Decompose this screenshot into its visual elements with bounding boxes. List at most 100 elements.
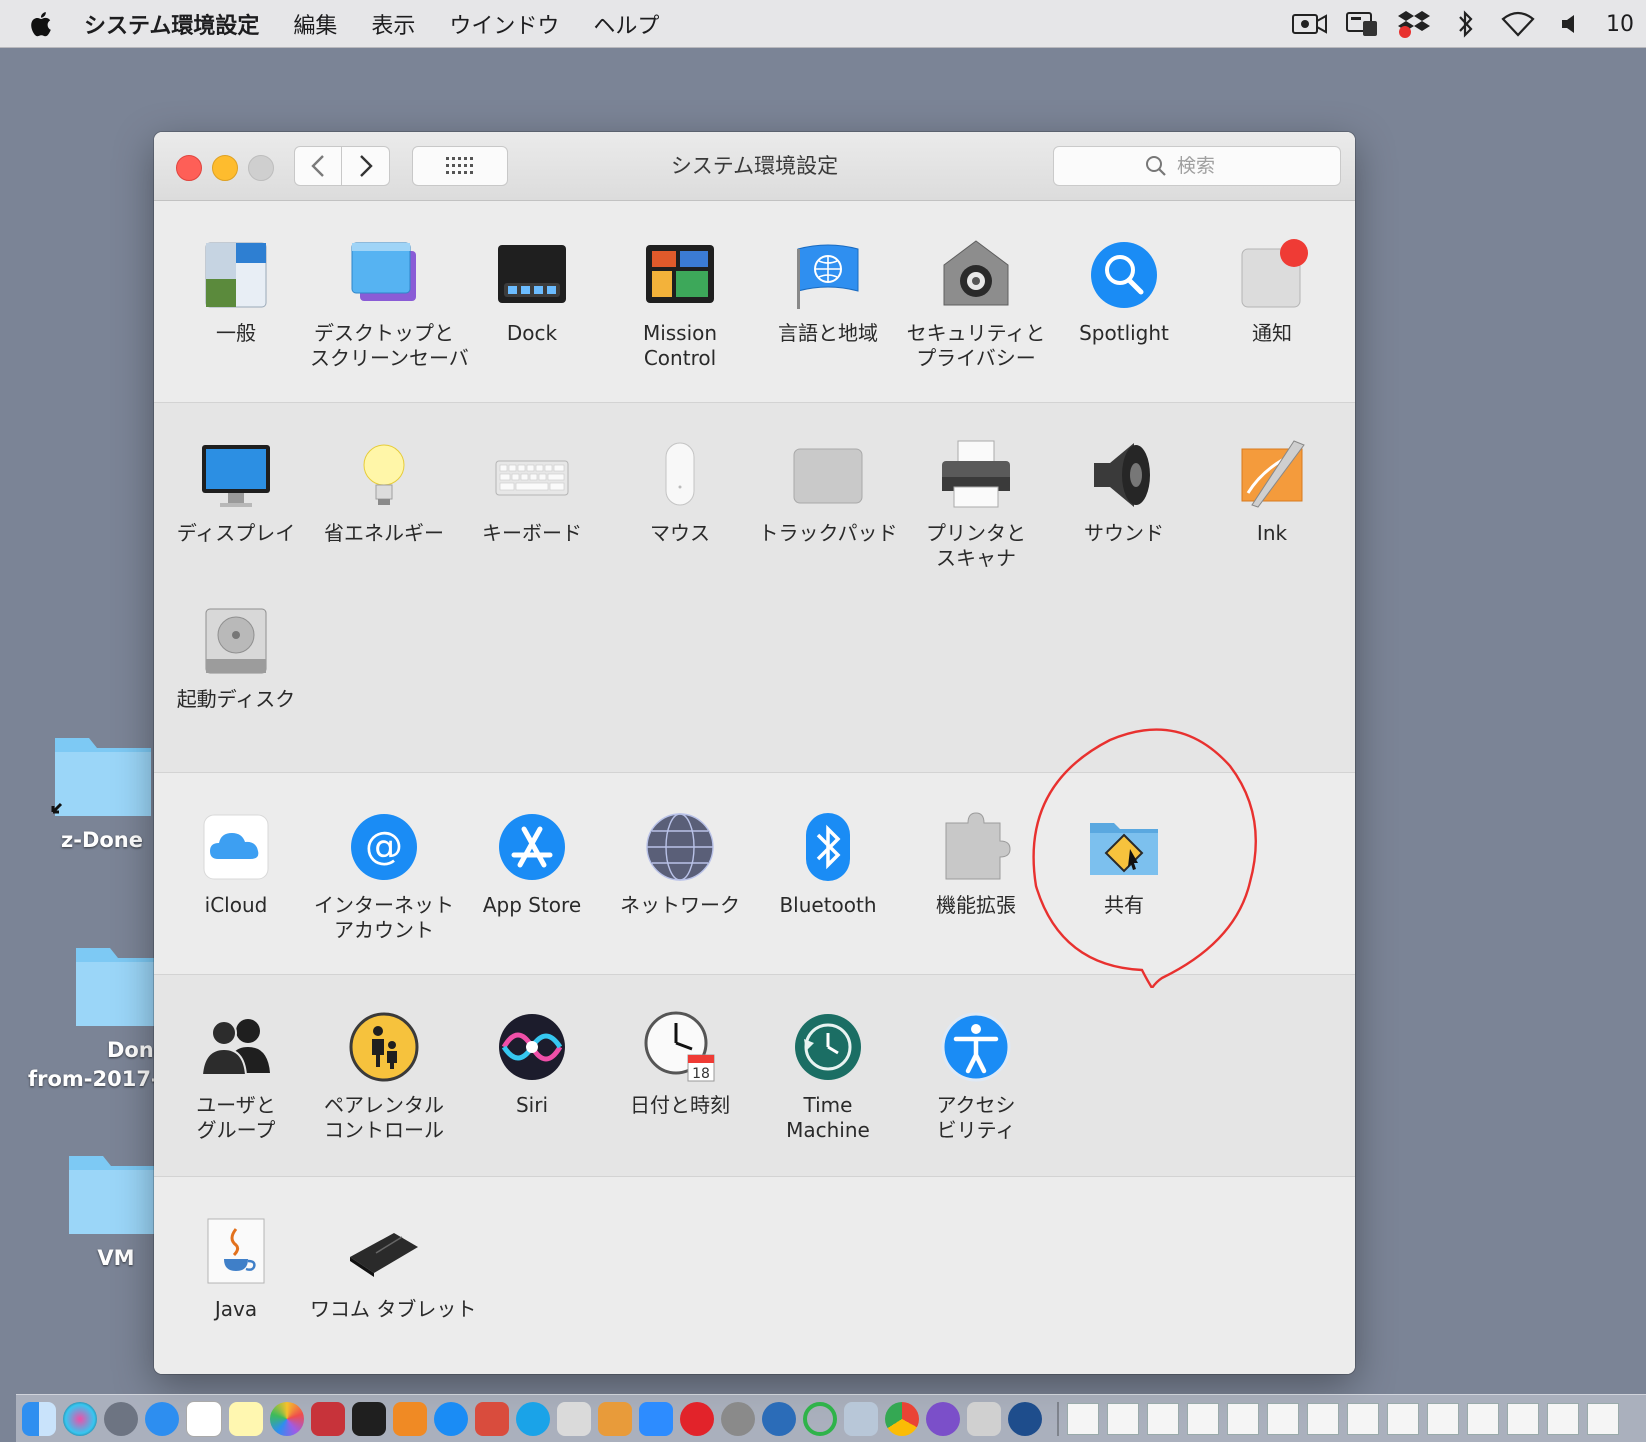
minimize-button[interactable]: [212, 155, 238, 181]
pane-security-privacy[interactable]: セキュリティと プライバシー: [902, 237, 1050, 371]
pane-sound[interactable]: サウンド: [1050, 437, 1198, 546]
dock-document-icon[interactable]: [1547, 1402, 1579, 1435]
bluetooth-icon: [806, 813, 850, 881]
color-picker-icon[interactable]: [557, 1401, 591, 1436]
skype-icon[interactable]: [516, 1401, 550, 1436]
notes-icon[interactable]: [229, 1401, 263, 1436]
dock-document-icon[interactable]: [1267, 1402, 1299, 1435]
dock-document-icon[interactable]: [1587, 1402, 1619, 1435]
r-icon[interactable]: [762, 1401, 796, 1436]
app-store-dock-icon[interactable]: [434, 1401, 468, 1436]
menu-app-name[interactable]: システム環境設定: [84, 8, 259, 40]
pane-label: セキュリティと: [906, 321, 1046, 345]
safari-icon[interactable]: [145, 1401, 179, 1436]
back-button[interactable]: [294, 146, 342, 186]
emacs-icon[interactable]: [926, 1401, 960, 1436]
dock-document-icon[interactable]: [1147, 1402, 1179, 1435]
dock-document-icon[interactable]: [1307, 1402, 1339, 1435]
pane-startup-disk[interactable]: 起動ディスク: [162, 603, 310, 712]
pane-siri[interactable]: Siri: [458, 1009, 606, 1118]
dock-document-icon[interactable]: [1107, 1402, 1139, 1435]
dock-document-icon[interactable]: [1507, 1402, 1539, 1435]
close-button[interactable]: [176, 155, 202, 181]
desktop-folder-done-from-2017[interactable]: Done from-2017-: [28, 940, 172, 1094]
pane-java[interactable]: Java: [162, 1213, 310, 1322]
pane-keyboard[interactable]: キーボード: [458, 437, 606, 546]
pane-date-time[interactable]: 18 日付と時刻: [606, 1009, 754, 1118]
quicktime-icon[interactable]: [1008, 1401, 1042, 1436]
pane-mission-control[interactable]: Mission Control: [606, 237, 754, 371]
green-ring-icon[interactable]: [803, 1401, 837, 1436]
dock-document-icon[interactable]: [1427, 1402, 1459, 1435]
pane-network[interactable]: ネットワーク: [606, 809, 754, 918]
preview-icon[interactable]: [844, 1401, 878, 1436]
pane-desktop-screensaver[interactable]: デスクトップと スクリーンセーバ: [310, 237, 469, 371]
dock-document-icon[interactable]: [1467, 1402, 1499, 1435]
photo-booth-icon[interactable]: [311, 1401, 345, 1436]
pane-label: Spotlight: [1079, 321, 1169, 345]
pane-language-region[interactable]: 言語と地域: [754, 237, 902, 346]
terminal-icon[interactable]: [352, 1401, 386, 1436]
pane-general[interactable]: 一般: [162, 237, 310, 346]
pane-label: Siri: [515, 1093, 549, 1117]
screen-record-icon[interactable]: [1292, 9, 1328, 39]
pane-bluetooth[interactable]: Bluetooth: [754, 809, 902, 918]
wifi-icon[interactable]: [1500, 9, 1536, 39]
zoom-button[interactable]: [248, 155, 274, 181]
photos-icon[interactable]: [270, 1401, 304, 1436]
pane-parental-controls[interactable]: ペアレンタル コントロール: [310, 1009, 458, 1143]
pane-sharing[interactable]: 共有: [1050, 809, 1198, 918]
pane-dock[interactable]: Dock: [458, 237, 606, 346]
dock-document-icon[interactable]: [1227, 1402, 1259, 1435]
pane-ink[interactable]: Ink: [1198, 437, 1346, 546]
search-input[interactable]: [1175, 154, 1249, 178]
pane-trackpad[interactable]: トラックパッド: [754, 437, 902, 546]
pane-extensions[interactable]: 機能拡張: [902, 809, 1050, 918]
pane-energy-saver[interactable]: 省エネルギー: [310, 437, 458, 546]
search-field[interactable]: [1053, 146, 1341, 186]
dropbox-icon[interactable]: [1396, 9, 1432, 39]
pane-icloud[interactable]: iCloud: [162, 809, 310, 918]
x11-icon[interactable]: [967, 1401, 1001, 1436]
pane-printers-scanners[interactable]: プリンタと スキャナ: [902, 437, 1050, 571]
display-mirror-icon[interactable]: [1344, 9, 1380, 39]
menu-view[interactable]: 表示: [371, 8, 415, 40]
menu-window[interactable]: ウインドウ: [449, 8, 559, 40]
pane-accessibility[interactable]: アクセシ ビリティ: [902, 1009, 1050, 1143]
menu-clock[interactable]: 10: [1606, 12, 1646, 37]
pane-app-store[interactable]: App Store: [458, 809, 606, 918]
pane-displays[interactable]: ディスプレイ: [162, 437, 310, 546]
apple-menu-icon[interactable]: [26, 10, 54, 38]
f5-icon[interactable]: [680, 1401, 714, 1436]
dock-document-icon[interactable]: [1067, 1402, 1099, 1435]
remote-desktop-icon[interactable]: [475, 1401, 509, 1436]
books-icon[interactable]: [393, 1401, 427, 1436]
dock-document-icon[interactable]: [1347, 1402, 1379, 1435]
forward-button[interactable]: [342, 146, 390, 186]
pane-time-machine[interactable]: Time Machine: [754, 1009, 902, 1143]
pane-mouse[interactable]: マウス: [606, 437, 754, 546]
pane-wacom-tablet[interactable]: ワコム タブレット: [310, 1213, 476, 1322]
pane-spotlight[interactable]: Spotlight: [1050, 237, 1198, 346]
chrome-icon[interactable]: [885, 1401, 919, 1436]
dock-document-icon[interactable]: [1187, 1402, 1219, 1435]
desktop-folder-z-done[interactable]: z-Done: [42, 730, 162, 855]
zoom-icon[interactable]: [639, 1401, 673, 1436]
pane-internet-accounts[interactable]: @ インターネット アカウント: [310, 809, 458, 943]
menu-help[interactable]: ヘルプ: [593, 8, 659, 40]
launchpad-icon[interactable]: [104, 1401, 138, 1436]
pane-label: アクセシ: [936, 1093, 1016, 1117]
calendar-icon[interactable]: [186, 1400, 222, 1437]
pane-users-groups[interactable]: ユーザと グループ: [162, 1009, 310, 1143]
pencil-icon[interactable]: [598, 1401, 632, 1436]
finder-icon[interactable]: [22, 1401, 56, 1436]
menu-edit[interactable]: 編集: [293, 8, 337, 40]
volume-icon[interactable]: [1552, 9, 1588, 39]
dock-document-icon[interactable]: [1387, 1402, 1419, 1435]
system-preferences-dock-icon[interactable]: [721, 1401, 755, 1436]
siri-dock-icon[interactable]: [63, 1401, 97, 1436]
system-preferences-window: システム環境設定 一般 デスクトップと スクリーンセーバ: [154, 132, 1355, 1374]
bluetooth-status-icon[interactable]: [1448, 9, 1484, 39]
pane-notifications[interactable]: 通知: [1198, 237, 1346, 346]
show-all-button[interactable]: [412, 146, 508, 186]
